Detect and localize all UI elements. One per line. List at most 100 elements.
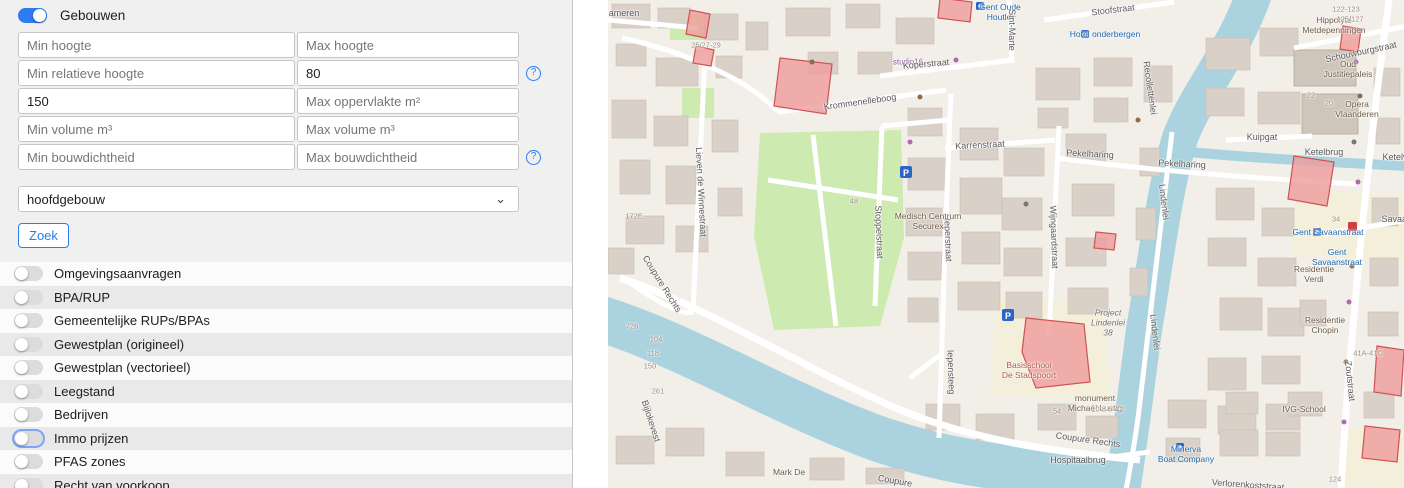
toggle-knob — [15, 384, 28, 398]
layer-toggle[interactable] — [14, 477, 43, 488]
layer-label: Gemeentelijke RUPs/BPAs — [54, 313, 210, 329]
layer-toggle[interactable] — [14, 289, 43, 305]
layer-toggle[interactable] — [14, 313, 43, 329]
layer-toggle[interactable] — [14, 407, 43, 423]
layer-row: PFAS zones — [0, 450, 572, 474]
map-svg: P P — [608, 0, 1404, 488]
toggle-knob — [15, 267, 28, 281]
layer-row: Gemeentelijke RUPs/BPAs — [0, 309, 572, 333]
map-canvas[interactable]: P P ameren Gent Oude Houtlei Stoofstraat Hi… — [608, 0, 1404, 488]
transit-stop-icon — [1176, 443, 1184, 451]
poi-dot — [1355, 179, 1361, 185]
poi-dot — [1346, 299, 1352, 305]
min-bouwdichtheid-input[interactable] — [18, 144, 295, 170]
poi-dot — [907, 139, 913, 145]
highlighted-building — [692, 45, 715, 67]
layer-row: Gewestplan (vectorieel) — [0, 356, 572, 380]
highlighted-building — [1339, 25, 1362, 53]
filter-sidebar: Gebouwen ? ? — [0, 0, 573, 488]
layer-toggle[interactable] — [14, 383, 43, 399]
layer-label: Immo prijzen — [54, 430, 129, 446]
poi-dot — [1023, 201, 1029, 207]
poi-dot — [1353, 59, 1359, 65]
layer-toggle[interactable] — [14, 360, 43, 376]
poi-dot — [953, 57, 959, 63]
layer-row: Gewestplan (origineel) — [0, 332, 572, 356]
layer-toggle[interactable] — [14, 454, 43, 470]
toggle-knob — [15, 455, 28, 469]
max-volume-input[interactable] — [297, 116, 519, 142]
transit-stop-icon — [1081, 30, 1089, 38]
green-patch — [682, 88, 714, 118]
toggle-knob — [33, 9, 46, 22]
min-hoogte-input[interactable] — [18, 32, 295, 58]
layer-label: Bedrijven — [54, 407, 109, 423]
toggle-knob — [15, 337, 28, 351]
toggle-knob — [15, 431, 28, 445]
poi-dot — [1341, 419, 1347, 425]
poi-dot — [1357, 93, 1363, 99]
poi-dot — [1351, 139, 1357, 145]
panel-map-gap — [573, 0, 608, 488]
highlighted-building — [937, 0, 973, 23]
toggle-knob — [15, 478, 28, 488]
layer-list: Omgevingsaanvragen BPA/RUP Gemeentelijke R… — [0, 262, 572, 488]
gebouwen-row: Gebouwen — [0, 0, 572, 32]
chevron-down-icon: ⌄ — [495, 191, 506, 206]
toggle-knob — [15, 314, 28, 328]
help-icon[interactable]: ? — [526, 66, 541, 81]
min-relatieve-hoogte-input[interactable] — [18, 60, 295, 86]
max-hoogte-input[interactable] — [297, 32, 519, 58]
layer-row: BPA/RUP — [0, 285, 572, 309]
poi-dot — [809, 59, 815, 65]
gebouwtype-value: hoofdgebouw — [27, 191, 106, 207]
layer-toggle[interactable] — [14, 266, 43, 282]
gebouwtype-select[interactable]: hoofdgebouw ⌄ — [18, 186, 519, 212]
layer-row: Recht van voorkoop — [0, 473, 572, 488]
layer-label: PFAS zones — [54, 454, 126, 470]
highlighted-building — [1093, 231, 1117, 251]
svg-text:P: P — [1005, 311, 1011, 321]
transit-stop-icon — [976, 2, 984, 10]
max-bouwdichtheid-input[interactable] — [297, 144, 519, 170]
help-icon[interactable]: ? — [526, 150, 541, 165]
poi-dot — [1343, 359, 1349, 365]
layer-row: Bedrijven — [0, 403, 572, 427]
svg-text:P: P — [903, 168, 909, 178]
toggle-knob — [15, 290, 28, 304]
highlighted-building — [1021, 317, 1091, 389]
layer-toggle[interactable] — [14, 430, 43, 446]
min-volume-input[interactable] — [18, 116, 295, 142]
justitiepaleis-building — [1293, 49, 1357, 87]
zoek-button[interactable]: Zoek — [18, 223, 69, 248]
layer-label: BPA/RUP — [54, 289, 111, 305]
layer-label: Recht van voorkoop — [54, 477, 170, 488]
min-oppervlakte-input[interactable] — [18, 88, 295, 114]
red-marker-icon — [1348, 222, 1357, 231]
max-relatieve-hoogte-input[interactable] — [297, 60, 519, 86]
highlighted-building — [773, 57, 833, 115]
gebouwen-toggle[interactable] — [18, 8, 47, 23]
layer-label: Omgevingsaanvragen — [54, 266, 182, 282]
gebouwen-label: Gebouwen — [60, 8, 126, 23]
toggle-knob — [15, 361, 28, 375]
parking-icon: P — [900, 166, 912, 178]
poi-dot — [1135, 117, 1141, 123]
max-oppervlakte-input[interactable] — [297, 88, 519, 114]
filter-form: ? ? hoofdgebouw ⌄ Zoek — [0, 32, 572, 248]
transit-stop-icon — [1313, 228, 1321, 236]
app: Gebouwen ? ? — [0, 0, 1404, 488]
poi-dot — [917, 94, 923, 100]
layer-label: Gewestplan (vectorieel) — [54, 360, 191, 376]
layer-toggle[interactable] — [14, 336, 43, 352]
layer-row: Leegstand — [0, 379, 572, 403]
highlighted-building — [1373, 345, 1404, 397]
highlighted-building — [685, 9, 711, 39]
highlighted-building — [1287, 155, 1335, 207]
layer-row: Omgevingsaanvragen — [0, 262, 572, 286]
opera-building — [1301, 93, 1359, 135]
parking-icon: P — [1002, 309, 1014, 321]
layer-label: Leegstand — [54, 383, 115, 399]
layer-row: Immo prijzen — [0, 426, 572, 450]
toggle-knob — [15, 408, 28, 422]
